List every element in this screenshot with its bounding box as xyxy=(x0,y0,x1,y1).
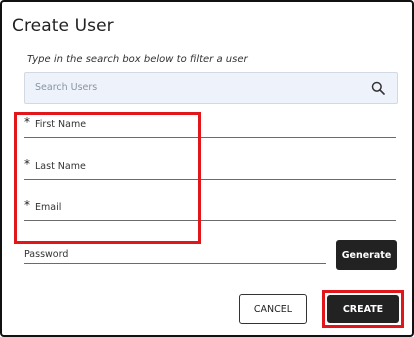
password-field[interactable]: Password xyxy=(24,246,326,264)
search-input[interactable]: Search Users xyxy=(24,72,398,104)
field-underline xyxy=(24,263,326,264)
required-fields-highlight xyxy=(14,112,201,244)
search-hint: Type in the search box below to filter a… xyxy=(27,54,248,65)
dialog-title: Create User xyxy=(12,16,114,36)
search-icon[interactable] xyxy=(371,80,385,95)
create-user-dialog: Create User Type in the search box below… xyxy=(0,0,414,337)
create-button[interactable]: CREATE xyxy=(327,295,399,323)
password-label: Password xyxy=(24,249,69,260)
cancel-button[interactable]: CANCEL xyxy=(239,294,307,324)
generate-password-button[interactable]: Generate xyxy=(336,240,397,270)
search-placeholder: Search Users xyxy=(35,82,98,93)
